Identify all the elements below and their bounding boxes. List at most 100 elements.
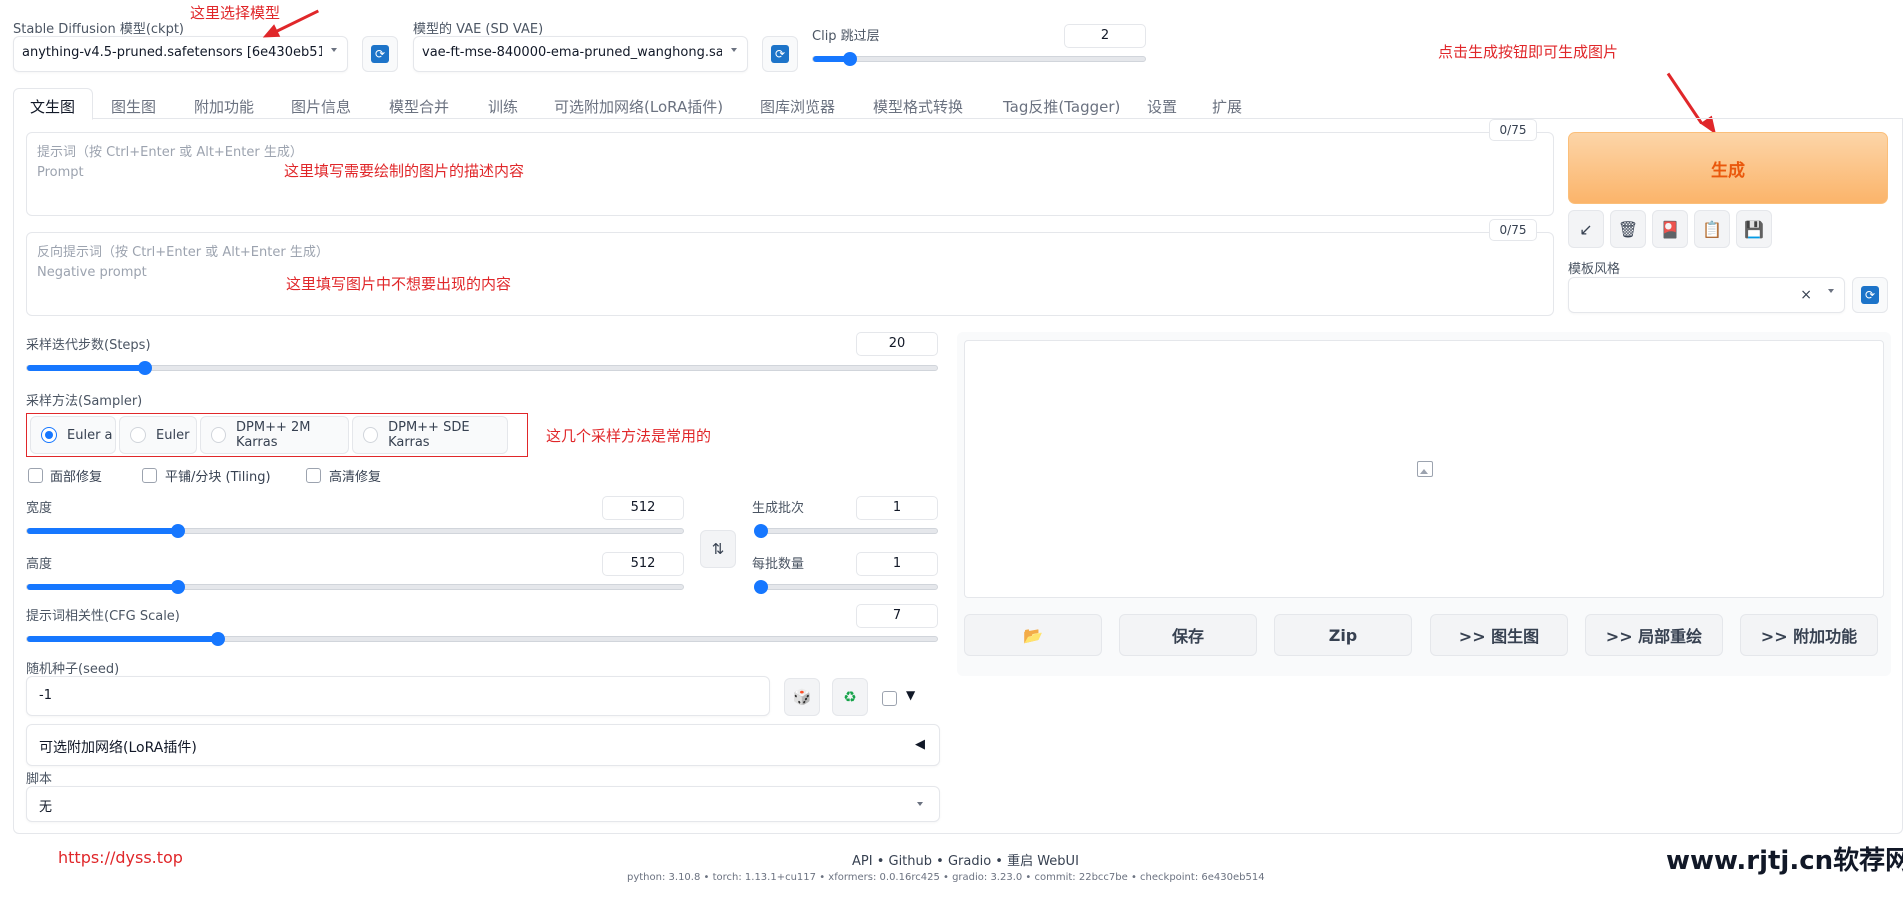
clip-skip-input[interactable]: 2 [1064, 24, 1146, 48]
send-to-inpaint-button[interactable]: >> 局部重绘 [1585, 614, 1723, 656]
tab-7[interactable]: 图库浏览器 [760, 96, 835, 117]
site-url[interactable]: https://dyss.top [58, 848, 183, 867]
refresh-icon: ⟳ [771, 45, 789, 63]
swap-dimensions-button[interactable]: ⇅ [700, 530, 736, 568]
height-input[interactable]: 512 [602, 552, 684, 576]
style-select[interactable]: × [1568, 277, 1845, 313]
negative-prompt-textarea[interactable]: 反向提示词（按 Ctrl+Enter 或 Alt+Enter 生成） Negat… [26, 232, 1554, 316]
steps-label: 采样迭代步数(Steps) [26, 338, 151, 353]
batch-count-slider[interactable] [754, 524, 938, 538]
prompt-placeholder-line2: Prompt [37, 165, 84, 180]
hires-fix-label: 高清修复 [329, 470, 382, 485]
tab-8[interactable]: 模型格式转换 [873, 96, 963, 117]
height-fill [27, 584, 178, 590]
height-handle[interactable] [170, 580, 185, 594]
clipboard-icon: 📋 [1702, 219, 1722, 239]
tab-4[interactable]: 模型合并 [389, 96, 449, 117]
read-params-button[interactable]: ↙ [1568, 210, 1604, 248]
batch-size-handle[interactable] [754, 580, 768, 594]
model-label: Stable Diffusion 模型(ckpt) [13, 22, 185, 37]
expand-extra-seed-icon[interactable]: ▼ [906, 688, 915, 702]
tab-1[interactable]: 图生图 [111, 96, 156, 117]
batch-count-input[interactable]: 1 [856, 496, 938, 520]
tab-9[interactable]: Tag反推(Tagger) [1003, 96, 1120, 117]
save-style-button[interactable]: 💾 [1736, 210, 1772, 248]
zip-button[interactable]: Zip [1274, 614, 1412, 656]
width-handle[interactable] [170, 524, 185, 538]
output-gallery[interactable] [964, 340, 1884, 598]
tab-6[interactable]: 可选附加网络(LoRA插件) [554, 96, 723, 117]
clear-prompt-button[interactable]: 🗑 [1610, 210, 1646, 248]
clip-skip-slider[interactable] [812, 52, 1146, 66]
seed-input[interactable]: -1 [26, 676, 770, 716]
width-input[interactable]: 512 [602, 496, 684, 520]
annotation-arrow [1666, 72, 1703, 125]
prompt-token-counter: 0/75 [1489, 119, 1537, 141]
cfg-input[interactable]: 7 [856, 604, 938, 628]
batch-count-label: 生成批次 [752, 501, 805, 516]
sampler-option-euler[interactable]: Euler [119, 416, 197, 454]
sampler-option-dpm-sde-karras[interactable]: DPM++ SDE Karras [352, 416, 508, 454]
face-restore-checkbox[interactable] [28, 468, 43, 483]
tab-5[interactable]: 训练 [488, 96, 518, 117]
lora-accordion[interactable]: 可选附加网络(LoRA插件) ◀ [26, 724, 940, 766]
height-slider[interactable] [26, 580, 684, 594]
batch-size-input[interactable]: 1 [856, 552, 938, 576]
image-placeholder-icon [1417, 461, 1433, 477]
cfg-slider[interactable] [26, 632, 938, 646]
cfg-fill [27, 636, 219, 642]
tab-2[interactable]: 附加功能 [194, 96, 254, 117]
width-slider[interactable] [26, 524, 684, 538]
hires-fix-checkbox[interactable] [306, 468, 321, 483]
clear-icon[interactable]: × [1800, 287, 1812, 303]
seed-value: -1 [39, 688, 52, 703]
tiling-checkbox[interactable] [142, 468, 157, 483]
save-button[interactable]: 保存 [1119, 614, 1257, 656]
open-folder-button[interactable]: 📂 [964, 614, 1102, 656]
lora-accordion-label: 可选附加网络(LoRA插件) [39, 740, 197, 756]
model-select-value: anything-v4.5-pruned.safetensors [6e430e… [22, 45, 322, 60]
sampler-option-dpm-2m-karras[interactable]: DPM++ 2M Karras [200, 416, 349, 454]
style-label: 模板风格 [1568, 262, 1621, 277]
chevron-down-icon [331, 48, 337, 52]
trash-icon: 🗑 [1617, 219, 1639, 239]
refresh-vae-button[interactable]: ⟳ [762, 36, 798, 72]
tab-0[interactable]: 文生图 [30, 96, 75, 117]
random-seed-button[interactable]: 🎲 [784, 678, 820, 716]
tab-11[interactable]: 扩展 [1212, 96, 1242, 117]
send-to-img2img-button[interactable]: >> 图生图 [1430, 614, 1568, 656]
batch-count-handle[interactable] [754, 524, 768, 538]
generate-button[interactable]: 生成 [1568, 132, 1888, 204]
negative-placeholder-line1: 反向提示词（按 Ctrl+Enter 或 Alt+Enter 生成） [37, 245, 329, 260]
batch-size-slider[interactable] [754, 580, 938, 594]
collapse-icon: ◀ [915, 737, 925, 752]
version-info: python: 3.10.8 • torch: 1.13.1+cu117 • x… [627, 872, 1265, 883]
tab-3[interactable]: 图片信息 [291, 96, 351, 117]
prompt-textarea[interactable]: 提示词（按 Ctrl+Enter 或 Alt+Enter 生成） Prompt [26, 132, 1554, 216]
steps-input[interactable]: 20 [856, 332, 938, 356]
clip-skip-handle[interactable] [842, 52, 857, 66]
extra-networks-button[interactable]: 🎴 [1652, 210, 1688, 248]
reuse-seed-button[interactable]: ♻ [832, 678, 868, 716]
refresh-style-button[interactable]: ⟳ [1852, 277, 1888, 313]
watermark: www.rjtj.cn软荐网 [1666, 846, 1903, 876]
mountain-shape [1420, 469, 1428, 474]
tab-10[interactable]: 设置 [1147, 96, 1177, 117]
refresh-icon: ⟳ [1861, 286, 1879, 304]
vae-select[interactable]: vae-ft-mse-840000-ema-pruned_wanghong.sa… [413, 36, 748, 72]
refresh-model-button[interactable]: ⟳ [362, 36, 398, 72]
apply-style-button[interactable]: 📋 [1694, 210, 1730, 248]
cfg-handle[interactable] [211, 632, 226, 646]
steps-slider[interactable] [26, 361, 938, 375]
annotation-select-model: 这里选择模型 [190, 4, 281, 22]
clip-skip-label: Clip 跳过层 [812, 29, 880, 44]
script-select[interactable]: 无 [26, 786, 940, 822]
sampler-option-euler-a[interactable]: Euler a [30, 416, 116, 454]
send-to-extras-button[interactable]: >> 附加功能 [1740, 614, 1878, 656]
model-select[interactable]: anything-v4.5-pruned.safetensors [6e430e… [13, 36, 348, 72]
folder-icon: 📂 [1023, 625, 1043, 645]
footer-links[interactable]: API • Github • Gradio • 重启 WebUI [852, 850, 1079, 869]
extra-seed-checkbox[interactable] [882, 691, 897, 706]
swap-icon: ⇅ [711, 540, 725, 558]
chevron-down-icon [731, 48, 737, 52]
